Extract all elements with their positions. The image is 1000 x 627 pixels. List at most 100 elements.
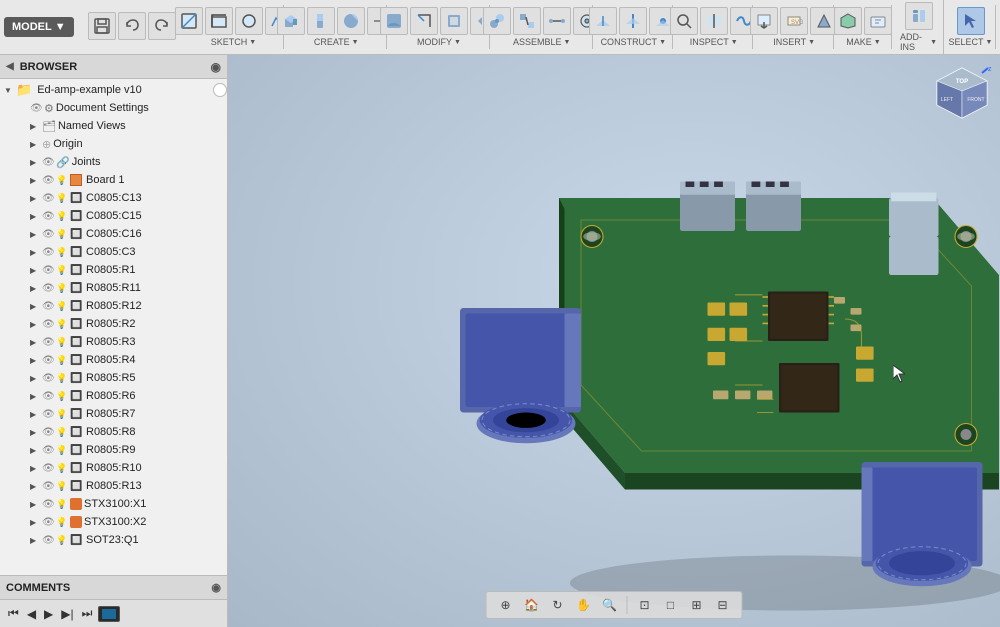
redo-icon[interactable] — [148, 12, 176, 40]
assemble-icon-3[interactable] — [543, 7, 571, 35]
tree-item-r0805-r10[interactable]: ▶👁💡🔲R0805:R10 — [0, 459, 227, 477]
display-mode-button[interactable]: ⊡ — [634, 594, 656, 616]
tree-item-r0805-r8[interactable]: ▶👁💡🔲R0805:R8 — [0, 423, 227, 441]
appearance-button[interactable]: ⊟ — [712, 594, 734, 616]
model-label: MODEL — [12, 21, 52, 33]
component-label: STX3100:X2 — [82, 516, 227, 528]
insert-label[interactable]: INSERT ▼ — [773, 37, 815, 47]
view-cube-button[interactable]: □ — [660, 594, 682, 616]
tree-item-r0805-r9[interactable]: ▶👁💡🔲R0805:R9 — [0, 441, 227, 459]
insert-icon-2[interactable]: SVG — [780, 7, 808, 35]
undo-icon[interactable] — [118, 12, 146, 40]
tree-item-r0805-r4[interactable]: ▶👁💡🔲R0805:R4 — [0, 351, 227, 369]
tree-item-r0805-r11[interactable]: ▶👁💡🔲R0805:R11 — [0, 279, 227, 297]
addins-label[interactable]: ADD-INS ▼ — [900, 32, 937, 52]
tree-item-c0805-c16[interactable]: ▶👁💡🔲C0805:C16 — [0, 225, 227, 243]
visibility-button[interactable] — [213, 83, 227, 97]
light-icon: 💡 — [56, 247, 70, 258]
component-icon: 🔲 — [70, 391, 84, 402]
tree-item-r0805-r6[interactable]: ▶👁💡🔲R0805:R6 — [0, 387, 227, 405]
sketch-icon-1[interactable] — [175, 7, 203, 35]
sketch-icon-2[interactable] — [205, 7, 233, 35]
make-icon-2[interactable] — [864, 7, 892, 35]
construct-icon-1[interactable] — [589, 7, 617, 35]
collapse-browser-button[interactable]: ◀ — [6, 61, 14, 72]
create-icon-3[interactable] — [337, 7, 365, 35]
tree-item-r0805-r2[interactable]: ▶👁💡🔲R0805:R2 — [0, 315, 227, 333]
light-icon: 💡 — [56, 445, 70, 456]
fit-view-button[interactable]: ⊕ — [495, 594, 517, 616]
play-button[interactable]: ▶ — [42, 605, 55, 623]
tri-icon: ▶ — [30, 302, 42, 311]
tree-item-c0805-c3[interactable]: ▶👁💡🔲C0805:C3 — [0, 243, 227, 261]
construct-icon-2[interactable] — [619, 7, 647, 35]
sketch-icon-3[interactable] — [235, 7, 263, 35]
modify-icon-1[interactable] — [380, 7, 408, 35]
modify-icon-3[interactable] — [440, 7, 468, 35]
tree-item-sot23-q1[interactable]: ▶👁💡🔲SOT23:Q1 — [0, 531, 227, 549]
home-view-button[interactable]: 🏠 — [521, 594, 543, 616]
tri-icon: ▶ — [30, 356, 42, 365]
inspect-icon-1[interactable] — [670, 7, 698, 35]
construct-label[interactable]: CONSTRUCT ▼ — [601, 37, 666, 47]
next-button[interactable]: ▶| — [59, 605, 75, 623]
tree-item-r0805-r5[interactable]: ▶👁💡🔲R0805:R5 — [0, 369, 227, 387]
navigation-cube[interactable]: TOP LEFT FRONT z — [932, 63, 992, 123]
component-icon: 🔲 — [70, 337, 84, 348]
tree-item-r0805-r7[interactable]: ▶👁💡🔲R0805:R7 — [0, 405, 227, 423]
inspect-icon-2[interactable] — [700, 7, 728, 35]
origin-icon: ⊕ — [42, 138, 51, 151]
inspect-label[interactable]: INSPECT ▼ — [690, 37, 738, 47]
tree-item-c0805-c13[interactable]: ▶👁💡🔲C0805:C13 — [0, 189, 227, 207]
component-icon: 🔲 — [70, 355, 84, 366]
make-icon-1[interactable] — [834, 7, 862, 35]
select-label[interactable]: SELECT ▼ — [949, 37, 993, 47]
sketch-label[interactable]: SKETCH ▼ — [211, 37, 256, 47]
assemble-label[interactable]: ASSEMBLE ▼ — [513, 37, 570, 47]
tree-item-r0805-r1[interactable]: ▶👁💡🔲R0805:R1 — [0, 261, 227, 279]
pan-button[interactable]: ✋ — [573, 594, 595, 616]
tree-item-doc-settings[interactable]: 👁 ⚙ Document Settings — [0, 99, 227, 117]
eye-icon: 👁 — [42, 481, 56, 492]
grid-button[interactable]: ⊞ — [686, 594, 708, 616]
zoom-button[interactable]: 🔍 — [599, 594, 621, 616]
tree-item-r0805-r3[interactable]: ▶👁💡🔲R0805:R3 — [0, 333, 227, 351]
tree-item-origin[interactable]: ▶ ⊕ Origin — [0, 135, 227, 153]
light-icon: 💡 — [56, 409, 70, 420]
modify-label[interactable]: MODIFY ▼ — [417, 37, 461, 47]
create-icon-1[interactable] — [277, 7, 305, 35]
tree-item-c0805-c15[interactable]: ▶👁💡🔲C0805:C15 — [0, 207, 227, 225]
prev-button[interactable]: ◀ — [25, 605, 38, 623]
assemble-icon-1[interactable] — [483, 7, 511, 35]
select-icon[interactable] — [957, 7, 985, 35]
browser-title: BROWSER — [20, 61, 211, 73]
tree-item-stx3100-x1[interactable]: ▶👁💡STX3100:X1 — [0, 495, 227, 513]
viewport[interactable]: TOP LEFT FRONT z ⊕ 🏠 ↻ ✋ 🔍 ⊡ □ ⊞ — [228, 55, 1000, 627]
tree-item-r0805-r13[interactable]: ▶👁💡🔲R0805:R13 — [0, 477, 227, 495]
assemble-icon-2[interactable] — [513, 7, 541, 35]
end-button[interactable]: ⏭ — [80, 604, 95, 623]
create-icon-2[interactable] — [307, 7, 335, 35]
make-label[interactable]: MAKE ▼ — [846, 37, 880, 47]
comments-pin-button[interactable]: ◉ — [211, 581, 221, 594]
create-label[interactable]: CREATE ▼ — [314, 37, 359, 47]
browser-pin-button[interactable]: ◉ — [211, 60, 221, 74]
insert-icon-1[interactable] — [750, 7, 778, 35]
save-icon[interactable] — [88, 12, 116, 40]
rewind-button[interactable]: ⏮ — [6, 604, 21, 623]
folder-icon: 🗂 — [42, 120, 56, 133]
component-label: SOT23:Q1 — [84, 534, 227, 546]
addins-icon[interactable] — [905, 2, 933, 30]
orbit-button[interactable]: ↻ — [547, 594, 569, 616]
tri-icon: ▶ — [30, 482, 42, 491]
modify-icon-2[interactable] — [410, 7, 438, 35]
tree-item-joints[interactable]: ▶ 👁 🔗 Joints — [0, 153, 227, 171]
model-menu-button[interactable]: MODEL ▼ — [4, 17, 74, 37]
tree-root-item[interactable]: ▼ 📁 Ed-amp-example v10 — [0, 81, 227, 99]
tree-item-board1[interactable]: ▶ 👁 💡 Board 1 — [0, 171, 227, 189]
tree-item-stx3100-x2[interactable]: ▶👁💡STX3100:X2 — [0, 513, 227, 531]
timeline-screen — [98, 606, 120, 622]
tree-item-r0805-r12[interactable]: ▶👁💡🔲R0805:R12 — [0, 297, 227, 315]
tree-item-named-views[interactable]: ▶ 🗂 Named Views — [0, 117, 227, 135]
component-icon: 🔲 — [70, 445, 84, 456]
